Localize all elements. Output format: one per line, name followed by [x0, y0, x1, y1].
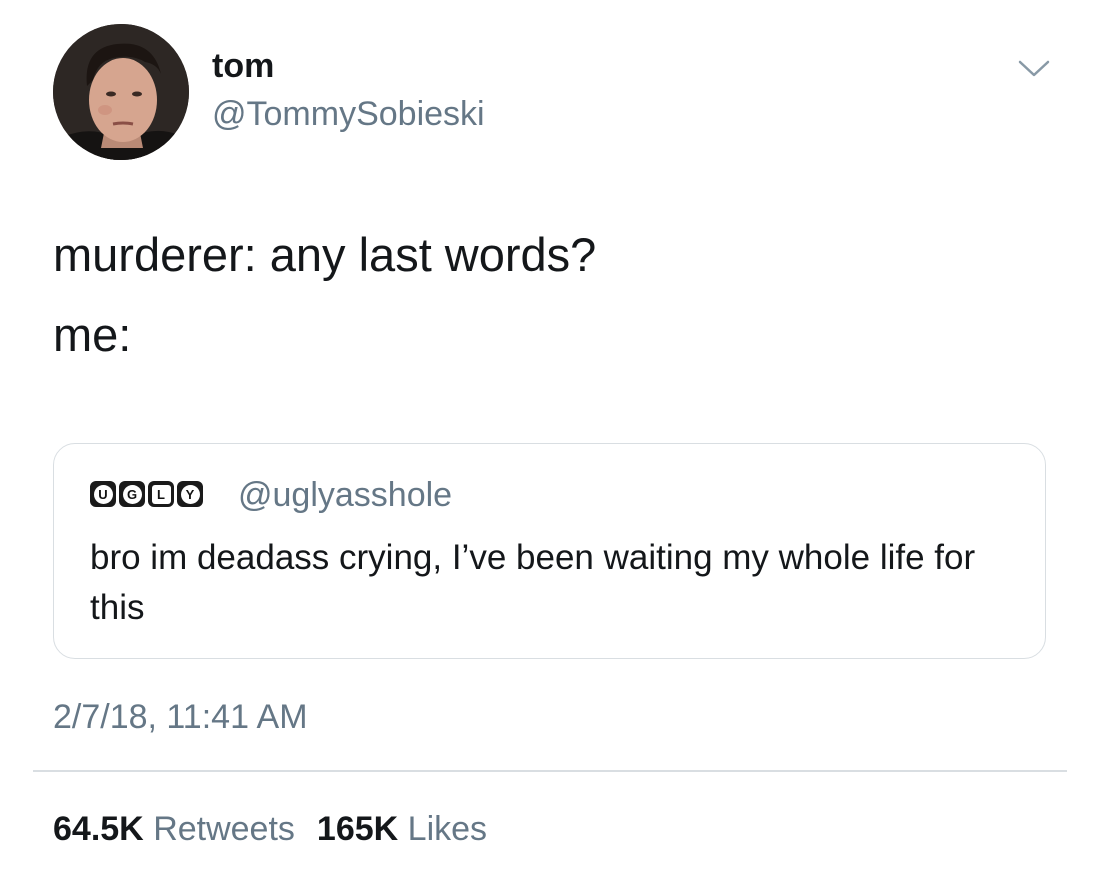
quoted-account-logo: U G L Y	[90, 481, 203, 507]
quoted-tweet-handle: @uglyasshole	[238, 476, 453, 514]
retweets-count: 64.5K	[53, 810, 144, 848]
retweets-stat[interactable]: 64.5K Retweets	[53, 810, 295, 848]
divider	[33, 770, 1067, 772]
likes-label: Likes	[407, 810, 488, 848]
logo-tile: G	[119, 481, 145, 507]
tweet-stats: 64.5K Retweets 165K Likes	[53, 809, 487, 849]
logo-tile: L	[148, 481, 174, 507]
tweet-text-line: me:	[53, 308, 132, 361]
tweet-text-line: murderer: any last words?	[53, 228, 597, 281]
likes-stat[interactable]: 165K Likes	[317, 810, 487, 848]
author-display-name[interactable]: tom	[212, 46, 274, 86]
tweet: tom @TommySobieski murderer: any last wo…	[0, 0, 1100, 887]
retweets-label: Retweets	[153, 810, 295, 848]
quoted-tweet-text: bro im deadass crying, I’ve been waiting…	[90, 538, 976, 627]
tweet-text: murderer: any last words? me:	[53, 226, 1053, 364]
logo-tile: U	[90, 481, 116, 507]
likes-count: 165K	[316, 810, 399, 848]
tweet-timestamp: 2/7/18, 11:41 AM	[53, 698, 308, 736]
chevron-down-icon[interactable]	[1016, 56, 1052, 80]
avatar[interactable]	[53, 24, 189, 160]
logo-tile: Y	[177, 481, 203, 507]
author-handle[interactable]: @TommySobieski	[212, 94, 485, 134]
